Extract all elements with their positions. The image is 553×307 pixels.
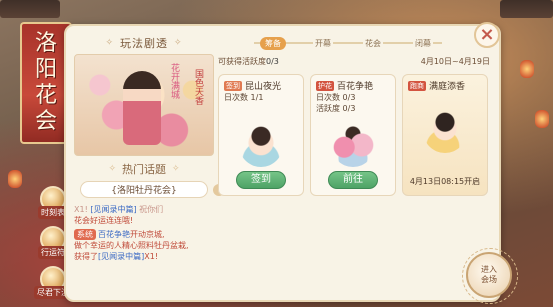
card-stat: 日次数 0/3 (316, 93, 356, 102)
activity-label: 可获得活跃度 (218, 56, 266, 66)
hot-topic-label: 热门话题 (122, 163, 166, 176)
roof (500, 0, 553, 18)
chat-text: X1! (74, 205, 88, 214)
card-title: 满庭添香 (429, 82, 466, 92)
chat-feed[interactable]: X1! [见闻录中篇] 祝你们 花会好运连连哦! 系统 百花争艳开动京城, 做个幸… (74, 204, 214, 262)
system-tag: 系统 (74, 229, 96, 240)
chat-item-link[interactable]: [见闻录中篇] (98, 252, 144, 261)
chat-text: 获得了 (74, 252, 98, 261)
activity-summary: 可获得活跃度0/3 (218, 56, 279, 67)
banner-char: 花 (34, 83, 57, 108)
character-portrait (331, 123, 375, 167)
topic-text: {洛阳牡丹花会} (111, 186, 177, 196)
left-panel: ✧ 玩法剧透 ✧ 国色天香 花开满城 ✧ 热门话题 ✧ {洛阳牡丹花会} › X… (74, 32, 225, 300)
card-open-time: 4月13日08:15开启 (409, 177, 481, 186)
banner-char: 洛 (34, 31, 57, 56)
banner-char: 阳 (34, 57, 57, 82)
close-button[interactable]: × (474, 22, 500, 48)
right-panel: 筹备 开幕 花会 闭幕 可获得活跃度0/3 4月10日~4月19日 签到 昆山夜… (218, 32, 490, 298)
chat-text: 祝你们 (139, 205, 164, 214)
flourish-icon: ✧ (105, 38, 114, 48)
chat-message: X1! [见闻录中篇] 祝你们 花会好运连连哦! (74, 204, 214, 226)
tab-label: 闭幕 (413, 38, 433, 48)
roof (0, 0, 60, 18)
tab-closing[interactable]: 闭幕 (398, 38, 448, 49)
activity-card-trade[interactable]: 跑商 满庭添香 4月13日08:15开启 (402, 74, 488, 196)
chat-text: 做个幸运的人 (74, 241, 122, 250)
banner-char: 会 (34, 109, 57, 134)
topic-tag[interactable]: {洛阳牡丹花会} › (80, 181, 225, 198)
activity-value: 0/3 (266, 56, 279, 66)
hot-topic-title: ✧ 热门话题 ✧ (74, 160, 214, 178)
character-portrait (239, 123, 283, 167)
activity-card-flowers[interactable]: 护花 百花争艳 日次数 0/3 活跃度 0/3 前往 (310, 74, 396, 196)
card-tag: 护花 (316, 80, 334, 91)
chat-text: 开动京城, (130, 230, 165, 239)
chat-text: 花会好运连连哦! (74, 216, 134, 225)
artwork-stamp: 国色天香 (193, 69, 203, 105)
flourish-icon: ✧ (172, 164, 180, 174)
event-artwork[interactable]: 国色天香 花开满城 (74, 54, 214, 156)
chat-event-link[interactable]: 百花争艳 (98, 230, 130, 239)
card-stat: 活跃度 0/3 (316, 104, 356, 113)
card-title: 百花争艳 (337, 82, 374, 92)
enter-venue-button[interactable]: 进入 会场 (462, 248, 518, 304)
stage-tabs: 筹备 开幕 花会 闭幕 (248, 32, 448, 54)
tab-label: 开幕 (313, 38, 333, 48)
card-header: 跑商 满庭添香 (408, 79, 482, 92)
tab-label: 花会 (363, 38, 383, 48)
goto-button[interactable]: 前往 (328, 171, 378, 189)
flourish-icon: ✧ (108, 164, 116, 174)
activity-card-signin[interactable]: 签到 昆山夜光 日次数 1/1 签到 (218, 74, 304, 196)
card-header: 护花 百花争艳 (316, 79, 390, 92)
play-preview-title: ✧ 玩法剧透 ✧ (74, 32, 214, 54)
activity-info: 可获得活跃度0/3 4月10日~4月19日 (218, 54, 490, 68)
event-dates: 4月10日~4月19日 (420, 56, 490, 66)
chat-text: 精心照料牡丹盆栽, (122, 241, 189, 250)
chat-message: 系统 百花争艳开动京城, 做个幸运的人精心照料牡丹盆栽, 获得了[见闻录中篇]X1… (74, 229, 214, 262)
tab-opening[interactable]: 开幕 (298, 38, 348, 49)
card-tag: 跑商 (408, 80, 426, 91)
chat-item-link[interactable]: [见闻录中篇] (90, 205, 136, 214)
lantern (8, 170, 22, 188)
lantern (535, 110, 549, 128)
event-dialog: ✧ 玩法剧透 ✧ 国色天香 花开满城 ✧ 热门话题 ✧ {洛阳牡丹花会} › X… (64, 24, 501, 302)
activity-cards: 签到 昆山夜光 日次数 1/1 签到 护花 百花争艳 日次数 0/3 活跃度 0… (218, 74, 490, 196)
card-stat: 日次数 1/1 (224, 93, 264, 102)
card-title: 昆山夜光 (245, 82, 282, 92)
card-header: 签到 昆山夜光 (224, 79, 298, 92)
signin-button[interactable]: 签到 (236, 171, 286, 189)
card-tag: 签到 (224, 80, 242, 91)
character-portrait (423, 109, 467, 153)
tab-prepare[interactable]: 筹备 (248, 36, 298, 50)
chat-text: X1! (144, 252, 159, 261)
artwork-stamp: 花开满城 (169, 63, 179, 99)
tab-festival[interactable]: 花会 (348, 38, 398, 49)
tab-label: 筹备 (260, 36, 286, 50)
flourish-icon: ✧ (174, 38, 183, 48)
lantern (520, 60, 534, 78)
play-preview-label: 玩法剧透 (120, 37, 168, 50)
